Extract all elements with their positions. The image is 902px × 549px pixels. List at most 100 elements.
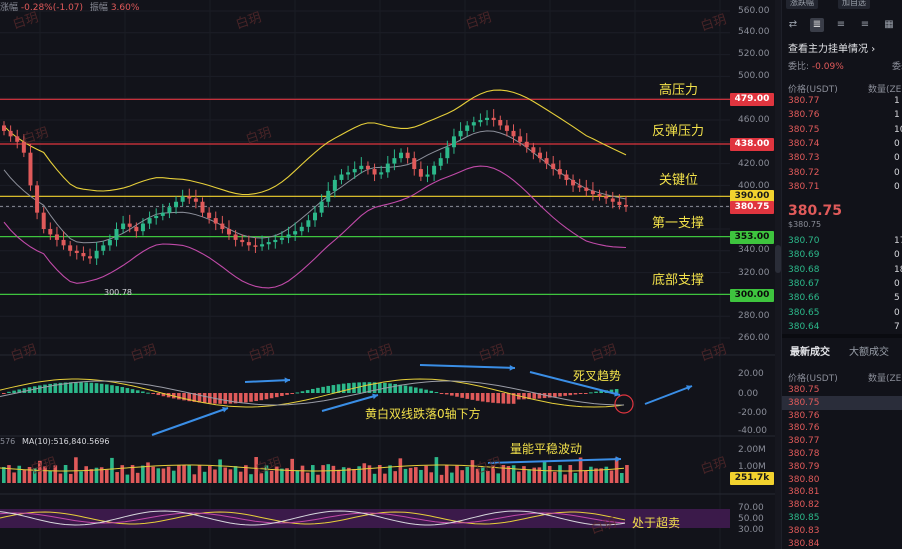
volume-prefix: 576 <box>0 437 16 446</box>
ask-row[interactable]: 380.71 0 <box>782 180 902 194</box>
volume-bar <box>321 465 325 483</box>
macd-bar <box>403 385 408 393</box>
row-qty: 5 <box>894 293 900 304</box>
candle-body <box>405 152 410 159</box>
bid-row[interactable]: 380.70 17 <box>782 234 902 248</box>
candle-body <box>577 185 582 188</box>
row-qty: 17 <box>894 236 902 246</box>
bid-row[interactable]: 380.68 18 <box>782 263 902 277</box>
macd-bar <box>568 393 573 396</box>
tab-latest-trades[interactable]: 最新成交 <box>790 343 830 358</box>
ratio-label: 委比: <box>788 62 810 72</box>
macd-bar <box>115 386 119 393</box>
row-price: 380.72 <box>788 167 820 178</box>
chart-area[interactable]: 涨幅 -0.28%(-1.07) 振幅 3.60% 560.00 540.00 … <box>0 0 775 549</box>
macd-bar <box>377 382 382 393</box>
book-all-icon[interactable]: ⇄ <box>786 18 800 32</box>
candle-body <box>339 174 344 180</box>
macd-note-label: 黄白双线跌落0轴下方 <box>365 407 481 421</box>
candle-body <box>392 158 397 164</box>
bid-row[interactable]: 380.65 0 <box>782 306 902 320</box>
macd-bar <box>589 392 593 394</box>
death-cross-label: 死叉趋势 <box>573 369 622 383</box>
volume-bar <box>403 468 408 483</box>
volume-bar <box>187 465 191 483</box>
rsi-axis-label: 50.00 <box>738 514 764 524</box>
macd-bar <box>316 387 320 393</box>
ask-row[interactable]: 380.76 1 <box>782 108 902 122</box>
rebound-pressure-label: 反弹压力 <box>652 124 705 139</box>
macd-bar <box>274 393 279 398</box>
volume-bar <box>213 469 217 483</box>
book-bids-icon[interactable]: ≡ <box>834 18 848 32</box>
trade-row: 380.84 <box>782 537 902 549</box>
candle-body <box>180 196 185 202</box>
row-price: 380.64 <box>788 321 820 332</box>
macd-axis-label: 20.00 <box>738 369 764 379</box>
volume-bar <box>110 457 114 483</box>
macd-bar <box>156 393 161 396</box>
ask-row[interactable]: 380.73 0 <box>782 151 902 165</box>
ask-row[interactable]: 380.75 10 <box>782 123 902 137</box>
ask-row[interactable]: 380.74 0 <box>782 137 902 151</box>
main-orders-link[interactable]: 查看主力挂单情况 › <box>788 40 875 55</box>
book-asks-icon[interactable]: ≡ <box>858 18 872 32</box>
volume-bar <box>280 468 284 483</box>
trend-arrowhead <box>284 377 290 384</box>
volume-axis-label: 1.00M <box>738 462 766 472</box>
macd-bar <box>326 385 331 393</box>
tab-large-trades[interactable]: 大额成交 <box>849 343 889 358</box>
death-cross-circle <box>614 394 634 414</box>
ask-row[interactable]: 380.77 1 <box>782 94 902 108</box>
macd-bar <box>486 393 490 403</box>
candle-body <box>246 242 251 246</box>
volume-bar <box>625 465 629 483</box>
macd-bar <box>202 393 207 404</box>
macd-bar <box>120 387 125 393</box>
bid-row[interactable]: 380.67 0 <box>782 277 902 291</box>
candle-body <box>207 212 212 219</box>
candle-body <box>101 245 106 251</box>
candle-body <box>61 239 66 246</box>
candle-body <box>187 196 192 199</box>
volume-bar <box>63 465 68 483</box>
candle-body <box>260 244 265 247</box>
bid-row[interactable]: 380.66 5 <box>782 291 902 305</box>
macd-axis-label: 0.00 <box>738 389 759 399</box>
tab-change[interactable]: 涨跌幅 <box>786 0 818 9</box>
macd-bar <box>12 390 16 393</box>
support-tag-bottom: 300.00 <box>730 289 774 302</box>
candle-body <box>266 242 271 245</box>
candle-body <box>74 250 79 253</box>
macd-bar <box>450 393 454 396</box>
candle-body <box>226 229 231 235</box>
macd-bar <box>197 393 202 403</box>
candle-body <box>293 231 298 235</box>
candle-body <box>551 163 556 170</box>
volume-bar <box>156 468 161 483</box>
candle-body <box>372 169 377 175</box>
price-axis-label: 540.00 <box>738 27 770 37</box>
candles <box>2 109 628 265</box>
ask-row[interactable]: 380.72 0 <box>782 166 902 180</box>
bb-lower <box>3 165 627 289</box>
low-price-marker: 300.78 <box>104 288 132 297</box>
bid-row[interactable]: 380.64 7 <box>782 320 902 334</box>
rsi-panel <box>0 509 730 528</box>
volume-bar <box>58 473 63 483</box>
macd-bar <box>300 391 305 393</box>
macd-bar <box>362 382 367 393</box>
macd-bar <box>244 393 248 403</box>
candle-body <box>306 220 311 227</box>
tab-add-favorite[interactable]: 加自选 <box>838 0 870 9</box>
bid-row[interactable]: 380.69 0 <box>782 248 902 262</box>
candle-body <box>121 223 126 229</box>
volume-bar <box>372 473 377 483</box>
volume-bar <box>223 467 228 483</box>
book-both-icon[interactable]: ≣ <box>810 18 824 32</box>
first-support-label: 第一支撑 <box>652 216 705 231</box>
price-axis-label: 520.00 <box>738 49 770 59</box>
candle-body <box>359 165 364 170</box>
book-depth-icon[interactable]: ▦ <box>882 18 896 32</box>
volume-bar <box>383 473 387 483</box>
